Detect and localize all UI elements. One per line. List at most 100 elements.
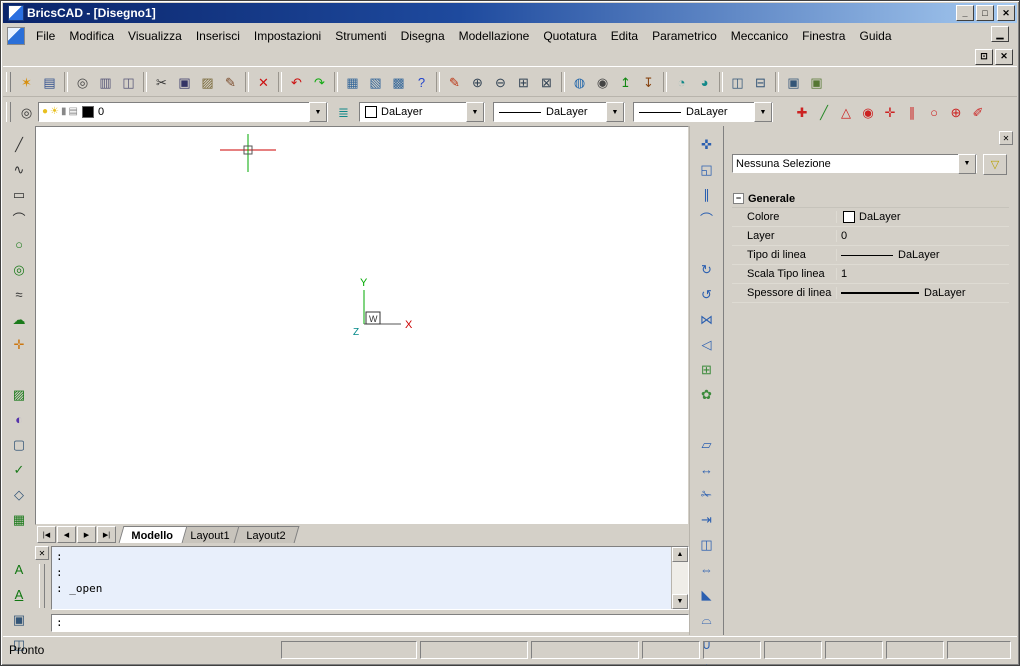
command-input[interactable]: : — [51, 614, 689, 632]
prop-color-value[interactable]: DaLayer — [837, 211, 1009, 223]
rotate-3d-icon[interactable]: ↺ — [694, 282, 720, 307]
menu-item[interactable]: Impostazioni — [247, 27, 328, 45]
minimize-button[interactable]: _ — [956, 5, 974, 21]
menu-item[interactable]: Guida — [852, 27, 898, 45]
explore-layers-button[interactable]: ◎ — [15, 101, 38, 123]
layer-dropdown[interactable]: ● ☀ ▮ ▤ 0 ▼ — [38, 102, 328, 122]
menu-item[interactable]: Quotatura — [536, 27, 603, 45]
tab-first-button[interactable]: |◀ — [37, 526, 56, 543]
save-icon[interactable]: ▤ — [38, 71, 61, 93]
tab-next-button[interactable]: ▶ — [77, 526, 96, 543]
document-close-button[interactable]: ✕ — [995, 49, 1013, 65]
status-cell[interactable] — [947, 641, 1011, 659]
point-icon[interactable]: ✛ — [6, 332, 32, 357]
color-dropdown[interactable]: DaLayer ▼ — [359, 102, 485, 122]
menu-item[interactable]: File — [29, 27, 62, 45]
redo-icon[interactable]: ↷ — [308, 71, 331, 93]
property-group-header[interactable]: − Generale — [732, 190, 1009, 208]
status-cell[interactable] — [420, 641, 528, 659]
command-scrollbar[interactable]: ▲ ▼ — [671, 547, 688, 609]
status-cell[interactable] — [531, 641, 639, 659]
mirror-3d-icon[interactable]: ◁ — [694, 332, 720, 357]
prop-layer-value[interactable]: 0 — [837, 230, 1009, 242]
snap-endpoint-icon[interactable]: ✚ — [791, 101, 813, 123]
prop-linetype-scale-value[interactable]: 1 — [837, 268, 1009, 280]
snap-center-icon[interactable]: ◉ — [857, 101, 879, 123]
snap-clear-icon[interactable]: ✐ — [967, 101, 989, 123]
help-icon[interactable]: ? — [410, 71, 433, 93]
table-icon[interactable]: ▦ — [6, 507, 32, 532]
layer-on-icon[interactable]: ● — [42, 107, 48, 117]
collapse-icon[interactable]: − — [733, 193, 744, 204]
chamfer-icon[interactable]: ◣ — [694, 582, 720, 607]
donut-icon[interactable]: ◎ — [6, 257, 32, 282]
menu-item[interactable]: Visualizza — [121, 27, 189, 45]
menu-item[interactable]: Inserisci — [189, 27, 247, 45]
layers-manager-button[interactable]: ≣ — [332, 101, 355, 123]
boundary-icon[interactable]: ▢ — [6, 432, 32, 457]
snap-midpoint-icon[interactable]: △ — [835, 101, 857, 123]
properties-filter-button[interactable]: ▽ — [983, 154, 1007, 175]
zoom-extents-icon[interactable]: ⊠ — [535, 71, 558, 93]
menu-item[interactable]: Disegna — [394, 27, 452, 45]
import-icon[interactable]: ↥ — [614, 71, 637, 93]
menu-item[interactable]: Modifica — [62, 27, 121, 45]
menu-item[interactable]: Edita — [604, 27, 645, 45]
cut-icon[interactable]: ✂ — [150, 71, 173, 93]
status-cell[interactable] — [281, 641, 417, 659]
move-icon[interactable]: ✜ — [694, 132, 720, 157]
status-cell[interactable] — [703, 641, 761, 659]
polar-array-icon[interactable]: ✿ — [694, 382, 720, 407]
status-cell[interactable] — [886, 641, 944, 659]
prop-lineweight-value[interactable]: DaLayer — [837, 287, 1009, 299]
toolbar-grip[interactable] — [6, 72, 11, 92]
tab-last-button[interactable]: ▶| — [97, 526, 116, 543]
circle-icon[interactable]: ○ — [6, 232, 32, 257]
scroll-up-icon[interactable]: ▲ — [672, 547, 688, 562]
tile-vertical-icon[interactable]: ⊟ — [749, 71, 772, 93]
arc-icon[interactable]: ⌒ — [6, 207, 32, 232]
snap-tangent-icon[interactable]: ○ — [923, 101, 945, 123]
scale-icon[interactable]: ▱ — [694, 432, 720, 457]
layer-print-icon[interactable]: ▤ — [69, 107, 78, 117]
web-icon[interactable]: ◍ — [568, 71, 591, 93]
menu-item[interactable]: Modellazione — [452, 27, 537, 45]
document-restore-button[interactable]: ⊡ — [975, 49, 993, 65]
polyline-icon[interactable]: ∿ — [6, 157, 32, 182]
view-icon[interactable]: ◉ — [591, 71, 614, 93]
line-icon[interactable]: ╱ — [6, 132, 32, 157]
chevron-down-icon[interactable]: ▼ — [309, 102, 327, 122]
properties-close-button[interactable]: ✕ — [999, 131, 1013, 145]
fillet-icon[interactable]: ⌒ — [694, 207, 720, 232]
paste-view-icon[interactable]: ▣ — [805, 71, 828, 93]
linetype-dropdown[interactable]: DaLayer ▼ — [493, 102, 625, 122]
gradient-icon[interactable]: ◐ — [6, 407, 32, 432]
menu-item[interactable]: Strumenti — [328, 27, 393, 45]
paste-icon[interactable]: ▨ — [196, 71, 219, 93]
snap-quadrant-icon[interactable]: ⊕ — [945, 101, 967, 123]
prop-linetype-value[interactable]: DaLayer — [837, 249, 1009, 261]
layer-lock-icon[interactable]: ▮ — [61, 107, 67, 117]
array-icon[interactable]: ⊞ — [694, 357, 720, 382]
edit-arc-icon[interactable]: ⌓ — [694, 607, 720, 632]
zoom-in-icon[interactable]: ⊕ — [466, 71, 489, 93]
menu-item[interactable]: Parametrico — [645, 27, 724, 45]
tab-modello[interactable]: Modello — [119, 526, 187, 543]
status-cell[interactable] — [825, 641, 883, 659]
stretch-icon[interactable]: ↔ — [694, 457, 720, 482]
attributes-icon[interactable]: ▩ — [387, 71, 410, 93]
match-properties-icon[interactable]: ✎ — [219, 71, 242, 93]
zoom-out-icon[interactable]: ⊖ — [489, 71, 512, 93]
erase-icon[interactable]: ✕ — [252, 71, 275, 93]
new-icon[interactable]: ✶ — [15, 71, 38, 93]
region-icon[interactable]: ✓ — [6, 457, 32, 482]
chevron-down-icon[interactable]: ▼ — [754, 102, 772, 122]
chevron-down-icon[interactable]: ▼ — [958, 154, 976, 174]
selection-dropdown[interactable]: Nessuna Selezione ▼ — [732, 154, 977, 173]
maximize-button[interactable]: □ — [976, 5, 994, 21]
toolbar-grip[interactable] — [6, 102, 11, 122]
polygon-icon[interactable]: ◇ — [6, 482, 32, 507]
extend-icon[interactable]: ⇥ — [694, 507, 720, 532]
chevron-down-icon[interactable]: ▼ — [466, 102, 484, 122]
drawing-explorer-icon[interactable]: ▦ — [341, 71, 364, 93]
